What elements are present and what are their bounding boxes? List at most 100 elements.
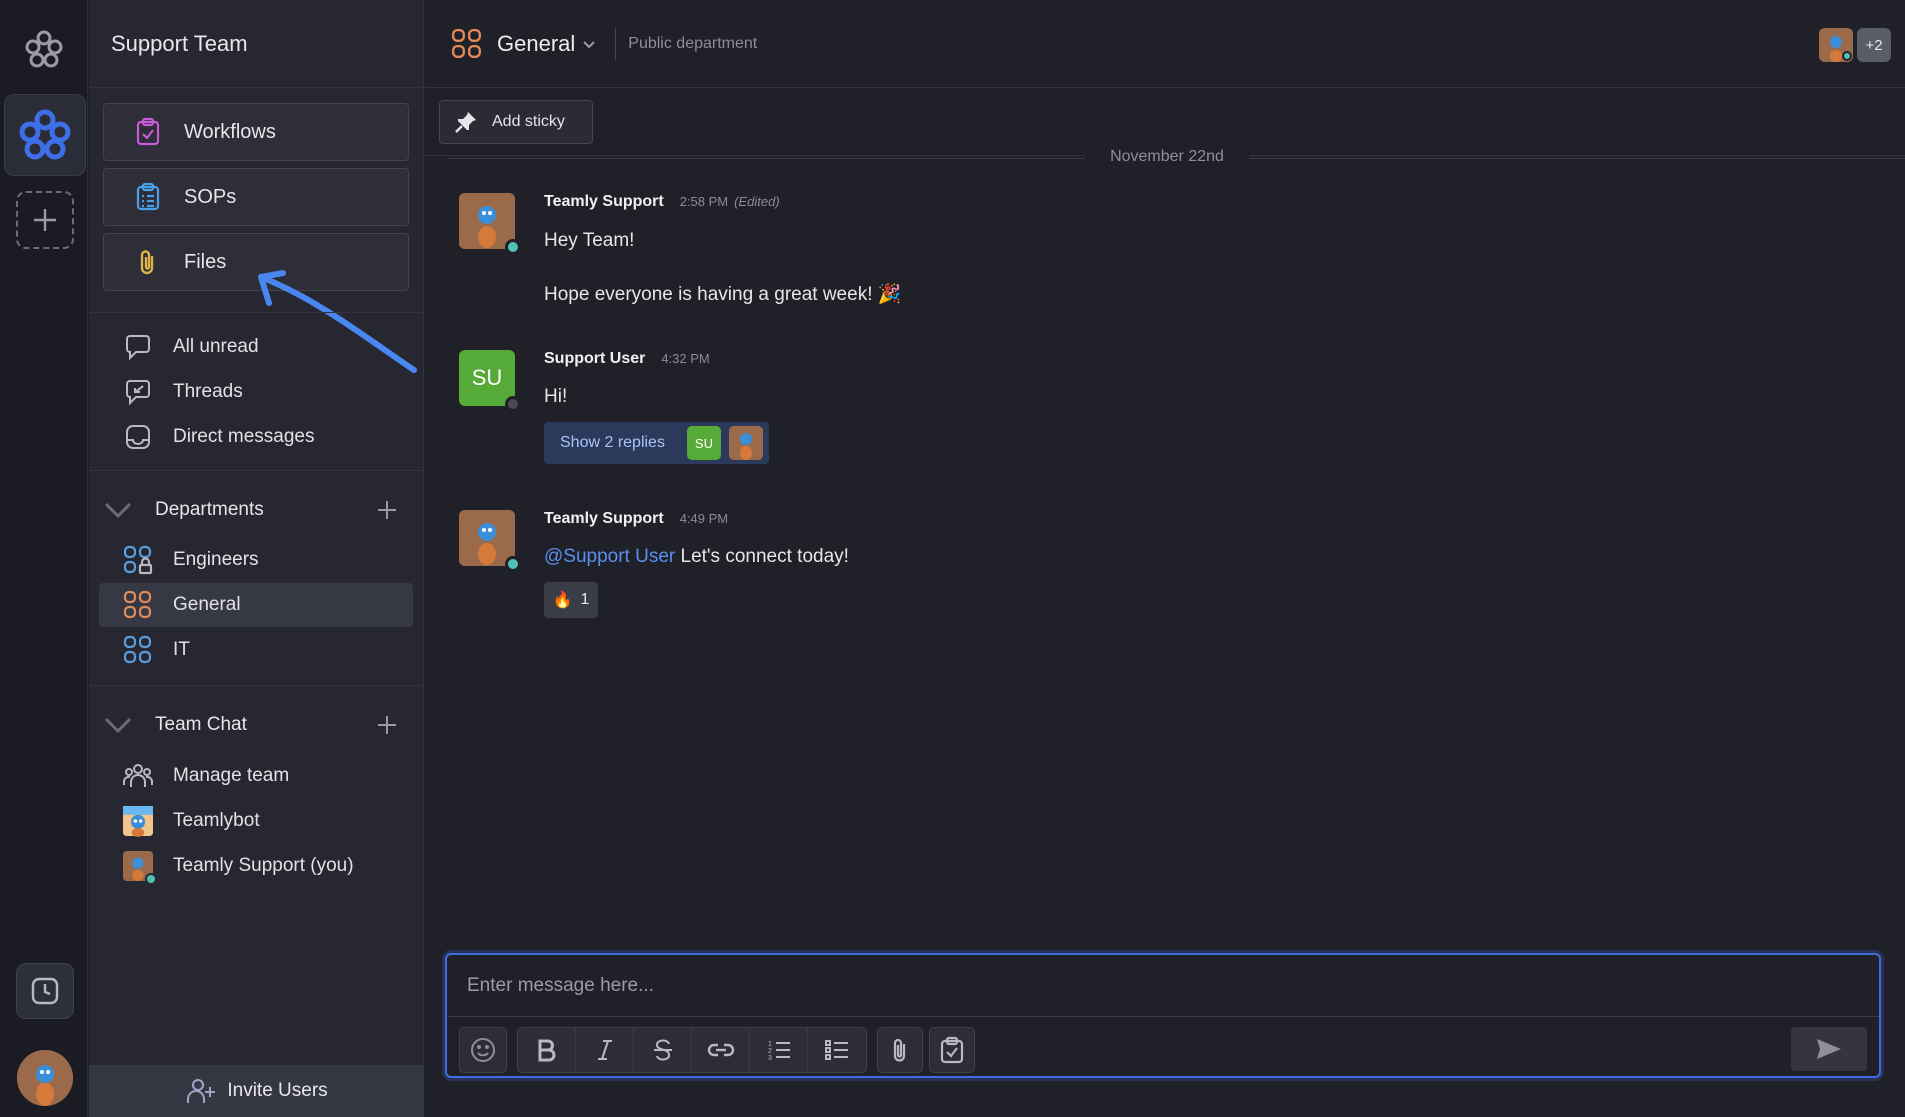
channel-header: General Public department +2 (425, 0, 1905, 88)
author-avatar[interactable]: SU (459, 350, 521, 412)
message-author[interactable]: Support User (544, 350, 645, 368)
channel-toolbar: Add sticky (425, 88, 1905, 156)
reaction-button[interactable]: 🔥 1 (544, 582, 598, 618)
sidebar-sops-button[interactable]: SOPs (103, 168, 409, 226)
message-time: 4:49 PM (679, 511, 729, 526)
attach-file-button[interactable] (878, 1028, 922, 1072)
chevron-down-icon[interactable] (581, 36, 597, 52)
member-avatar[interactable] (1819, 28, 1853, 62)
user-mention[interactable]: @Support User (544, 546, 675, 567)
show-replies-button[interactable]: Show 2 replies SU (544, 422, 769, 464)
attach-group (877, 1027, 923, 1073)
add-sticky-label: Add sticky (492, 112, 565, 130)
add-chat-icon[interactable] (375, 713, 399, 737)
send-button[interactable] (1791, 1027, 1867, 1071)
chevron-down-icon (101, 710, 135, 740)
sidebar-item-threads[interactable]: Threads (99, 370, 413, 414)
channel-members[interactable]: +2 (1819, 28, 1891, 62)
sidebar-item-label: Engineers (173, 549, 259, 570)
link-button[interactable] (692, 1028, 750, 1072)
reaction-count: 1 (580, 591, 590, 608)
sidebar-item-it[interactable]: IT (99, 628, 413, 672)
workspace-support-team-button[interactable] (4, 94, 86, 176)
workspace-name[interactable]: Support Team (89, 0, 423, 88)
message-time: 2:58 PM (679, 194, 729, 209)
team-icon (123, 761, 153, 791)
add-sticky-button[interactable]: Add sticky (439, 99, 593, 144)
chat-bubble-icon (123, 332, 153, 362)
svg-text:3: 3 (768, 1055, 772, 1062)
divider (89, 685, 424, 686)
author-avatar[interactable] (459, 510, 521, 572)
sidebar-item-label: Threads (173, 381, 243, 402)
message-input[interactable] (447, 955, 1879, 1017)
sidebar-item-manage-team[interactable]: Manage team (99, 754, 413, 798)
user-avatar[interactable] (17, 1050, 73, 1106)
invite-users-button[interactable]: Invite Users (89, 1065, 424, 1117)
send-icon (1817, 1039, 1841, 1059)
inbox-icon (123, 422, 153, 452)
ordered-list-button[interactable]: 123 (750, 1028, 808, 1072)
sidebar-item-teamlybot[interactable]: Teamlybot (99, 799, 413, 843)
divider (89, 470, 424, 471)
task-clipboard-button[interactable] (930, 1028, 974, 1072)
online-status-icon (505, 239, 521, 255)
reply-avatar (728, 426, 763, 460)
sidebar-item-teamly-support[interactable]: Teamly Support (you) (99, 844, 413, 888)
sidebar-item-label: Direct messages (173, 426, 315, 447)
edited-label: (Edited) (734, 194, 780, 209)
sidebar-item-general[interactable]: General (99, 583, 413, 627)
svg-text:2: 2 (768, 1048, 772, 1055)
channel-name[interactable]: General (497, 31, 575, 57)
pin-icon (454, 110, 478, 134)
sidebar-item-label: IT (173, 639, 190, 660)
fire-emoji-icon: 🔥 (552, 592, 573, 609)
sidebar-card-label: Files (184, 250, 227, 273)
paperclip-icon (132, 246, 164, 278)
author-avatar[interactable] (459, 193, 521, 255)
sidebar-item-engineers[interactable]: Engineers (99, 538, 413, 582)
departments-section-header[interactable]: Departments (99, 490, 413, 530)
department-icon (123, 635, 153, 665)
divider (89, 312, 424, 313)
sidebar-workflows-button[interactable]: Workflows (103, 103, 409, 161)
workflows-icon (132, 116, 164, 148)
channel-main: General Public department +2 Add sticky … (425, 0, 1905, 1117)
sops-icon (132, 181, 164, 213)
sidebar-card-label: Workflows (184, 120, 276, 143)
date-divider: November 22nd (1085, 148, 1249, 166)
strikethrough-button[interactable] (634, 1028, 692, 1072)
italic-button[interactable] (576, 1028, 634, 1072)
bold-button[interactable] (518, 1028, 576, 1072)
section-title: Departments (155, 499, 264, 520)
department-icon (451, 28, 483, 60)
teamly-logo-icon (22, 28, 66, 72)
task-group (929, 1027, 975, 1073)
chevron-down-icon (101, 495, 135, 525)
threads-icon (123, 377, 153, 407)
team-chat-section-header[interactable]: Team Chat (99, 705, 413, 745)
sidebar-item-label: Manage team (173, 765, 290, 786)
sidebar-card-label: SOPs (184, 185, 237, 208)
sidebar: Support Team Workflows SOPs Files All un… (89, 0, 424, 1117)
reply-avatar: SU (686, 426, 721, 460)
message-text: Hey Team! (544, 230, 635, 251)
message-author[interactable]: Teamly Support (544, 510, 664, 528)
message-author[interactable]: Teamly Support (544, 193, 664, 211)
workspace-rail (0, 0, 88, 1117)
sidebar-item-label: General (173, 594, 241, 615)
more-members-badge[interactable]: +2 (1857, 28, 1891, 62)
emoji-button[interactable] (460, 1028, 506, 1072)
add-workspace-button[interactable] (16, 191, 74, 249)
emoji-group (459, 1027, 507, 1073)
clock-icon[interactable] (16, 963, 74, 1019)
svg-text:1: 1 (768, 1041, 772, 1048)
sidebar-item-direct-messages[interactable]: Direct messages (99, 415, 413, 459)
sidebar-item-all-unread[interactable]: All unread (99, 325, 413, 369)
add-department-icon[interactable] (375, 498, 399, 522)
message-text: @Support User Let's connect today! (544, 546, 849, 568)
sidebar-item-label: Teamlybot (173, 810, 260, 831)
user-avatar (123, 851, 157, 885)
locked-department-icon (123, 545, 153, 575)
bullet-list-button[interactable] (808, 1028, 866, 1072)
